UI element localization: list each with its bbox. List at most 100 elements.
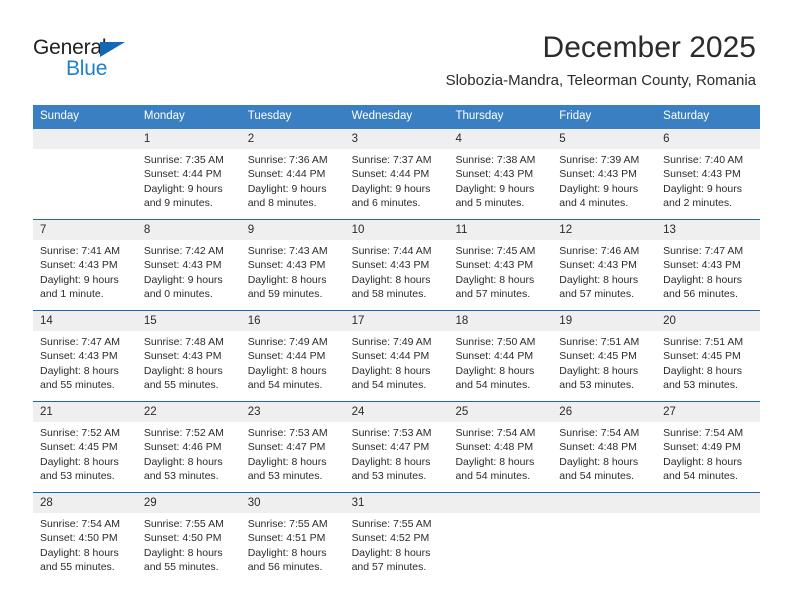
day-number[interactable]: 5: [552, 129, 656, 149]
day-detail-line: Sunset: 4:51 PM: [247, 532, 326, 545]
day-cell[interactable]: Sunrise: 7:51 AM Sunset: 4:45 PM Daylight:…: [552, 331, 656, 401]
day-detail-line: Sunrise: 7:50 AM: [455, 336, 536, 348]
day-detail-line: Sunset: 4:43 PM: [40, 350, 118, 363]
day-detail-line: Sunrise: 7:38 AM: [455, 154, 536, 166]
day-cell[interactable]: Sunrise: 7:40 AM Sunset: 4:43 PM Daylight:…: [656, 149, 760, 219]
day-detail-line: Sunset: 4:43 PM: [663, 259, 741, 272]
day-cell[interactable]: Sunrise: 7:54 AM Sunset: 4:48 PM Daylight:…: [448, 422, 552, 492]
day-number[interactable]: 16: [241, 311, 345, 331]
day-cell[interactable]: Sunrise: 7:44 AM Sunset: 4:43 PM Daylight:…: [345, 240, 449, 310]
day-number[interactable]: 29: [137, 493, 241, 513]
day-cell[interactable]: Sunrise: 7:49 AM Sunset: 4:44 PM Daylight:…: [241, 331, 345, 401]
day-cell[interactable]: Sunrise: 7:50 AM Sunset: 4:44 PM Daylight:…: [448, 331, 552, 401]
day-number[interactable]: 13: [656, 220, 760, 240]
day-detail-line: Sunset: 4:44 PM: [143, 168, 222, 181]
day-cell[interactable]: Sunrise: 7:42 AM Sunset: 4:43 PM Daylight:…: [137, 240, 241, 310]
day-cell[interactable]: Sunrise: 7:54 AM Sunset: 4:50 PM Daylight:…: [33, 513, 137, 583]
day-number[interactable]: 23: [241, 402, 345, 422]
day-number[interactable]: 4: [448, 129, 552, 149]
day-detail-line: Daylight: 9 hours: [143, 182, 223, 195]
day-number[interactable]: 7: [33, 220, 137, 240]
day-cell[interactable]: Sunrise: 7:55 AM Sunset: 4:50 PM Daylight:…: [137, 513, 241, 583]
day-cell[interactable]: Sunrise: 7:53 AM Sunset: 4:47 PM Daylight:…: [241, 422, 345, 492]
day-cell[interactable]: Sunrise: 7:36 AM Sunset: 4:44 PM Daylight:…: [241, 149, 345, 219]
day-cell[interactable]: Sunrise: 7:39 AM Sunset: 4:43 PM Daylight:…: [552, 149, 656, 219]
day-number[interactable]: 21: [33, 402, 137, 422]
day-detail-line: Sunset: 4:47 PM: [247, 441, 326, 454]
day-number[interactable]: 14: [33, 311, 137, 331]
day-number[interactable]: 2: [241, 129, 345, 149]
day-detail-line: Daylight: 9 hours: [351, 182, 431, 195]
day-cell[interactable]: Sunrise: 7:51 AM Sunset: 4:45 PM Daylight:…: [656, 331, 760, 401]
day-detail-line: Daylight: 8 hours: [40, 364, 119, 377]
day-cell[interactable]: Sunrise: 7:54 AM Sunset: 4:48 PM Daylight:…: [552, 422, 656, 492]
week-detail-band: Sunrise: 7:41 AM Sunset: 4:43 PM Daylight:…: [33, 240, 760, 310]
day-number-empty: [552, 493, 656, 513]
day-number[interactable]: 31: [345, 493, 449, 513]
weekday-header-wednesday: Wednesday: [351, 110, 413, 122]
day-detail-line: Sunrise: 7:46 AM: [559, 245, 640, 257]
day-detail-line: Sunrise: 7:49 AM: [351, 336, 432, 348]
day-number[interactable]: 20: [656, 311, 760, 331]
day-cell[interactable]: Sunrise: 7:47 AM Sunset: 4:43 PM Daylight:…: [656, 240, 760, 310]
calendar-week-row: 21 22 23 24 25 26 27 Sunrise: 7:52 AM Sunset: 4:…: [33, 401, 760, 492]
day-cell[interactable]: Sunrise: 7:48 AM Sunset: 4:43 PM Daylight:…: [137, 331, 241, 401]
day-detail-line: Sunset: 4:48 PM: [455, 441, 534, 454]
day-cell[interactable]: Sunrise: 7:47 AM Sunset: 4:43 PM Daylight:…: [33, 331, 137, 401]
day-cell[interactable]: Sunrise: 7:41 AM Sunset: 4:43 PM Daylight:…: [33, 240, 137, 310]
day-number[interactable]: 8: [137, 220, 241, 240]
day-detail-line: Sunset: 4:44 PM: [455, 350, 534, 363]
day-number[interactable]: 25: [448, 402, 552, 422]
day-cell[interactable]: Sunrise: 7:46 AM Sunset: 4:43 PM Daylight:…: [552, 240, 656, 310]
title-block: December 2025 Slobozia-Mandra, Teleorman…: [446, 30, 756, 92]
day-cell[interactable]: Sunrise: 7:55 AM Sunset: 4:52 PM Daylight:…: [345, 513, 449, 583]
day-detail-line: Sunrise: 7:44 AM: [351, 245, 432, 257]
page-title: December 2025: [542, 31, 756, 64]
day-detail-line: and 1 minute.: [40, 288, 104, 301]
day-number[interactable]: 28: [33, 493, 137, 513]
day-number[interactable]: 1: [137, 129, 241, 149]
page-header: General Blue December 2025 Slobozia-Mand…: [0, 0, 792, 100]
day-detail-line: and 55 minutes.: [143, 561, 219, 574]
day-cell[interactable]: Sunrise: 7:53 AM Sunset: 4:47 PM Daylight:…: [345, 422, 449, 492]
day-cell[interactable]: Sunrise: 7:52 AM Sunset: 4:46 PM Daylight:…: [137, 422, 241, 492]
day-cell[interactable]: Sunrise: 7:35 AM Sunset: 4:44 PM Daylight:…: [137, 149, 241, 219]
day-detail-line: Sunset: 4:43 PM: [455, 168, 534, 181]
day-detail-line: Sunrise: 7:55 AM: [143, 518, 224, 530]
day-detail-line: Sunrise: 7:41 AM: [40, 245, 120, 257]
general-blue-logo[interactable]: General Blue: [33, 36, 153, 82]
day-detail-line: and 54 minutes.: [559, 470, 635, 483]
day-cell[interactable]: Sunrise: 7:45 AM Sunset: 4:43 PM Daylight:…: [448, 240, 552, 310]
day-cell[interactable]: Sunrise: 7:54 AM Sunset: 4:49 PM Daylight:…: [656, 422, 760, 492]
day-number[interactable]: 30: [241, 493, 345, 513]
day-number[interactable]: 18: [448, 311, 552, 331]
day-detail-line: and 9 minutes.: [143, 197, 213, 210]
day-cell[interactable]: Sunrise: 7:49 AM Sunset: 4:44 PM Daylight:…: [345, 331, 449, 401]
day-number[interactable]: 22: [137, 402, 241, 422]
day-detail-line: Daylight: 8 hours: [455, 364, 535, 377]
day-number[interactable]: 17: [345, 311, 449, 331]
day-detail-line: Sunset: 4:44 PM: [247, 350, 326, 363]
day-number[interactable]: 11: [448, 220, 552, 240]
day-detail-line: Sunrise: 7:54 AM: [40, 518, 120, 530]
day-number[interactable]: 24: [345, 402, 449, 422]
day-number[interactable]: 9: [241, 220, 345, 240]
day-detail-line: Sunset: 4:43 PM: [247, 259, 326, 272]
day-cell[interactable]: Sunrise: 7:52 AM Sunset: 4:45 PM Daylight:…: [33, 422, 137, 492]
day-number[interactable]: 15: [137, 311, 241, 331]
day-number[interactable]: 19: [552, 311, 656, 331]
day-cell[interactable]: Sunrise: 7:37 AM Sunset: 4:44 PM Daylight:…: [345, 149, 449, 219]
day-detail-line: Daylight: 8 hours: [40, 455, 119, 468]
day-detail-line: Daylight: 8 hours: [143, 455, 223, 468]
day-cell[interactable]: Sunrise: 7:43 AM Sunset: 4:43 PM Daylight:…: [241, 240, 345, 310]
day-detail-line: Sunset: 4:43 PM: [143, 350, 222, 363]
day-number[interactable]: 6: [656, 129, 760, 149]
day-number[interactable]: 27: [656, 402, 760, 422]
day-cell[interactable]: Sunrise: 7:55 AM Sunset: 4:51 PM Daylight:…: [241, 513, 345, 583]
day-cell[interactable]: Sunrise: 7:38 AM Sunset: 4:43 PM Daylight:…: [448, 149, 552, 219]
day-number[interactable]: 10: [345, 220, 449, 240]
day-number[interactable]: 3: [345, 129, 449, 149]
day-number[interactable]: 26: [552, 402, 656, 422]
day-number[interactable]: 12: [552, 220, 656, 240]
day-detail-line: Daylight: 9 hours: [247, 182, 327, 195]
